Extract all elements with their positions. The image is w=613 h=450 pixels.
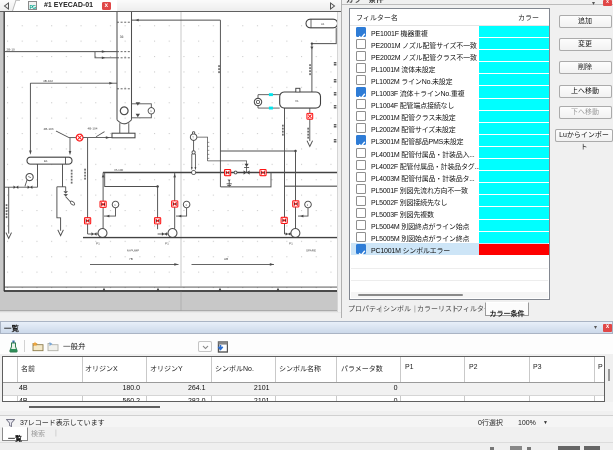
svg-text:AB: AB [224, 257, 228, 261]
svg-text:4B-102: 4B-102 [43, 79, 53, 83]
svg-text:7B: 7B [129, 257, 133, 261]
svg-text:SPARE: SPARE [306, 248, 316, 252]
svg-text:P1: P1 [289, 242, 293, 246]
svg-text:36: 36 [120, 35, 124, 39]
svg-text:4B-103: 4B-103 [44, 127, 54, 131]
svg-text:2B-10: 2B-10 [7, 48, 16, 52]
svg-text:A1: A1 [321, 22, 325, 26]
svg-text:P1: P1 [165, 242, 169, 246]
svg-text:P1: P1 [96, 242, 100, 246]
svg-text:4B-104: 4B-104 [88, 126, 98, 130]
svg-text:PL100: PL100 [115, 168, 124, 172]
svg-text:E1: E1 [44, 159, 48, 163]
svg-text:V1: V1 [295, 99, 299, 103]
svg-text:M-PUMP: M-PUMP [127, 248, 139, 252]
